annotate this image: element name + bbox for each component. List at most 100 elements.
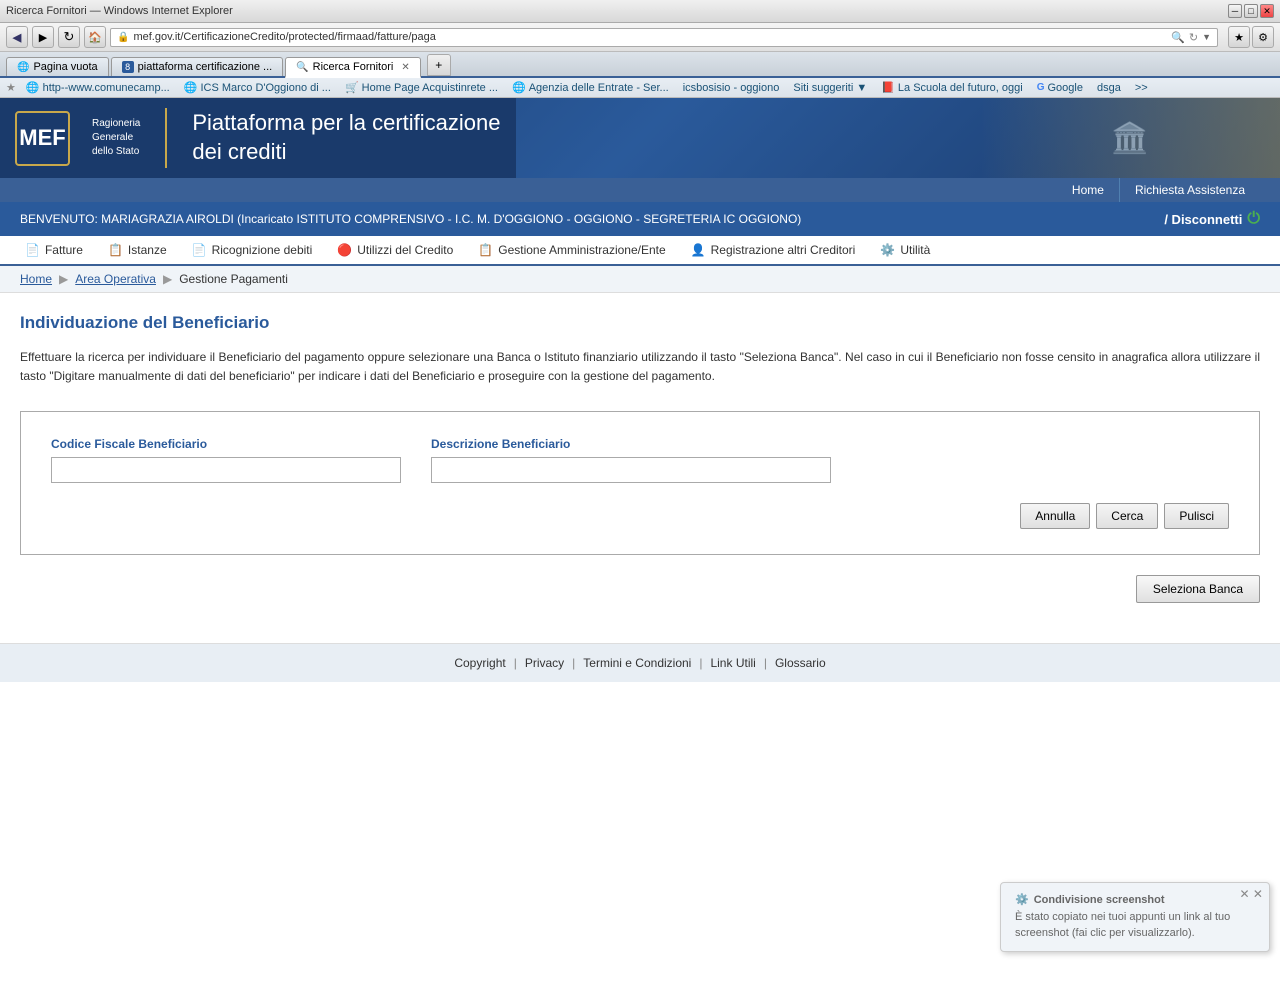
- page-description: Effettuare la ricerca per individuare il…: [20, 348, 1260, 386]
- window-controls: ─ □ ✕: [1228, 4, 1274, 18]
- menu-gestione[interactable]: 📋 Gestione Amministrazione/Ente: [468, 236, 675, 264]
- nav-assistenza[interactable]: Richiesta Assistenza: [1119, 178, 1260, 202]
- browser-titlebar: Ricerca Fornitori — Windows Internet Exp…: [0, 0, 1280, 23]
- footer-sep-2: |: [572, 656, 575, 670]
- nav-home[interactable]: Home: [1057, 178, 1119, 202]
- cerca-button[interactable]: Cerca: [1096, 503, 1158, 529]
- new-tab-button[interactable]: +: [427, 54, 451, 76]
- star-button[interactable]: ★: [1228, 26, 1250, 48]
- bookmark-icon-5: 📕: [881, 81, 895, 94]
- menu-ricognizione[interactable]: 📄 Ricognizione debiti: [182, 236, 323, 264]
- org-text: Ragioneria Generale dello Stato: [92, 117, 140, 159]
- form-row: Codice Fiscale Beneficiario Descrizione …: [51, 437, 1229, 483]
- breadcrumb: Home ▶ Area Operativa ▶ Gestione Pagamen…: [0, 266, 1280, 293]
- annulla-button[interactable]: Annulla: [1020, 503, 1090, 529]
- site-title: Piattaforma per la certificazione dei cr…: [192, 109, 500, 166]
- disconnect-button[interactable]: / Disconnetti ⏻: [1164, 210, 1260, 228]
- footer-links: Copyright | Privacy | Termini e Condizio…: [20, 656, 1260, 670]
- page-content: MEF Ragioneria Generale dello Stato Piat…: [0, 98, 1280, 698]
- bookmarks-icon: ★: [6, 81, 16, 94]
- pulisci-button[interactable]: Pulisci: [1164, 503, 1229, 529]
- refresh-icon: ↻: [1189, 31, 1198, 44]
- bookmark-more[interactable]: >>: [1131, 81, 1152, 95]
- ssl-icon: 🔒: [117, 32, 129, 43]
- forward-button[interactable]: ▶: [32, 26, 54, 48]
- form-actions: Annulla Cerca Pulisci: [51, 503, 1229, 529]
- menu-utilita[interactable]: ⚙️ Utilità: [870, 236, 940, 264]
- footer-copyright[interactable]: Copyright: [454, 656, 505, 670]
- site-footer: Copyright | Privacy | Termini e Condizio…: [0, 643, 1280, 682]
- breadcrumb-current: Gestione Pagamenti: [179, 272, 288, 286]
- utilita-icon: ⚙️: [880, 243, 895, 257]
- tab-piattaforma[interactable]: 8 piattaforma certificazione ...: [111, 57, 284, 76]
- breadcrumb-home[interactable]: Home: [20, 272, 52, 286]
- notification-icon: ⚙️: [1015, 893, 1029, 906]
- bookmark-icon: 🌐: [26, 81, 40, 94]
- close-button[interactable]: ✕: [1260, 4, 1274, 18]
- footer-termini[interactable]: Termini e Condizioni: [583, 656, 691, 670]
- istanze-icon: 📋: [108, 243, 123, 257]
- footer-sep-1: |: [514, 656, 517, 670]
- fatture-icon: 📄: [25, 243, 40, 257]
- codice-fiscale-input[interactable]: [51, 457, 401, 483]
- footer-link-utili[interactable]: Link Utili: [710, 656, 755, 670]
- bookmark-icsbosisio[interactable]: icsbosisio - oggiono: [679, 81, 784, 95]
- breadcrumb-area-operativa[interactable]: Area Operativa: [75, 272, 156, 286]
- utilizzi-icon: 🔴: [337, 243, 352, 257]
- notification-body: È stato copiato nei tuoi appunti un link…: [1015, 910, 1255, 941]
- bookmark-siti-suggeriti[interactable]: Siti suggeriti ▼: [789, 81, 871, 95]
- tab-icon-2: 8: [122, 61, 134, 73]
- menu-fatture[interactable]: 📄 Fatture: [15, 236, 93, 264]
- address-bar[interactable]: 🔒 mef.gov.it/CertificazioneCredito/prote…: [110, 28, 1218, 47]
- menu-utilizzi[interactable]: 🔴 Utilizzi del Credito: [327, 236, 463, 264]
- bookmark-dsga[interactable]: dsga: [1093, 81, 1125, 95]
- nav-bar: ◀ ▶ ↻ 🏠 🔒 mef.gov.it/CertificazioneCredi…: [0, 23, 1280, 52]
- bookmark-ics[interactable]: 🌐 ICS Marco D'Oggiono di ...: [180, 80, 335, 95]
- tab-icon: 🌐: [17, 62, 29, 73]
- settings-button[interactable]: ⚙: [1252, 26, 1274, 48]
- ricognizione-icon: 📄: [192, 243, 207, 257]
- codice-fiscale-group: Codice Fiscale Beneficiario: [51, 437, 401, 483]
- seleziona-banca-button[interactable]: Seleziona Banca: [1136, 575, 1260, 603]
- bookmark-google[interactable]: G Google: [1033, 81, 1087, 95]
- notification-title: ⚙️ Condivisione screenshot: [1015, 893, 1255, 906]
- bookmark-scuola[interactable]: 📕 La Scuola del futuro, oggi: [877, 80, 1026, 95]
- browser-title: Ricerca Fornitori — Windows Internet Exp…: [6, 5, 1224, 17]
- page-title: Individuazione del Beneficiario: [20, 313, 1260, 333]
- search-form: Codice Fiscale Beneficiario Descrizione …: [20, 411, 1260, 555]
- back-button[interactable]: ◀: [6, 26, 28, 48]
- tabs-bar: 🌐 Pagina vuota 8 piattaforma certificazi…: [0, 52, 1280, 78]
- footer-glossario[interactable]: Glossario: [775, 656, 826, 670]
- home-button[interactable]: 🏠: [84, 26, 106, 48]
- tab-icon-active: 🔍: [296, 62, 308, 73]
- descrizione-input[interactable]: [431, 457, 831, 483]
- bookmark-icon-2: 🌐: [184, 81, 198, 94]
- codice-label: Codice Fiscale Beneficiario: [51, 437, 401, 451]
- menu-registrazione[interactable]: 👤 Registrazione altri Creditori: [681, 236, 866, 264]
- menu-istanze[interactable]: 📋 Istanze: [98, 236, 177, 264]
- site-header: MEF Ragioneria Generale dello Stato Piat…: [0, 98, 1280, 178]
- bookmark-acquistinrete[interactable]: 🛒 Home Page Acquistinrete ...: [341, 80, 502, 95]
- registrazione-icon: 👤: [691, 243, 706, 257]
- maximize-button[interactable]: □: [1244, 4, 1258, 18]
- descrizione-group: Descrizione Beneficiario: [431, 437, 831, 483]
- footer-sep-4: |: [764, 656, 767, 670]
- bookmarks-bar: ★ 🌐 http--www.comunecamp... 🌐 ICS Marco …: [0, 78, 1280, 98]
- minimize-button[interactable]: ─: [1228, 4, 1242, 18]
- notification-close-button[interactable]: ✕ ✕: [1240, 887, 1263, 901]
- tab-pagina-vuota[interactable]: 🌐 Pagina vuota: [6, 57, 109, 76]
- menu-bar: 📄 Fatture 📋 Istanze 📄 Ricognizione debit…: [0, 236, 1280, 266]
- bookmark-comune[interactable]: 🌐 http--www.comunecamp...: [22, 80, 174, 95]
- tab-close-button[interactable]: ✕: [401, 62, 409, 73]
- bookmark-agenzia[interactable]: 🌐 Agenzia delle Entrate - Ser...: [508, 80, 673, 95]
- site-header-wrapper: MEF Ragioneria Generale dello Stato Piat…: [0, 98, 1280, 202]
- header-logo: MEF Ragioneria Generale dello Stato Piat…: [0, 98, 516, 178]
- refresh-button[interactable]: ↻: [58, 26, 80, 48]
- breadcrumb-sep-2: ▶: [163, 272, 172, 286]
- footer-privacy[interactable]: Privacy: [525, 656, 564, 670]
- search-icon: 🔍: [1171, 31, 1185, 44]
- browser-action-btns: ★ ⚙: [1228, 26, 1274, 48]
- notification-popup[interactable]: ⚙️ Condivisione screenshot ✕ ✕ È stato c…: [1000, 882, 1270, 952]
- logo-divider: [165, 108, 167, 168]
- tab-ricerca-fornitori[interactable]: 🔍 Ricerca Fornitori ✕: [285, 57, 421, 78]
